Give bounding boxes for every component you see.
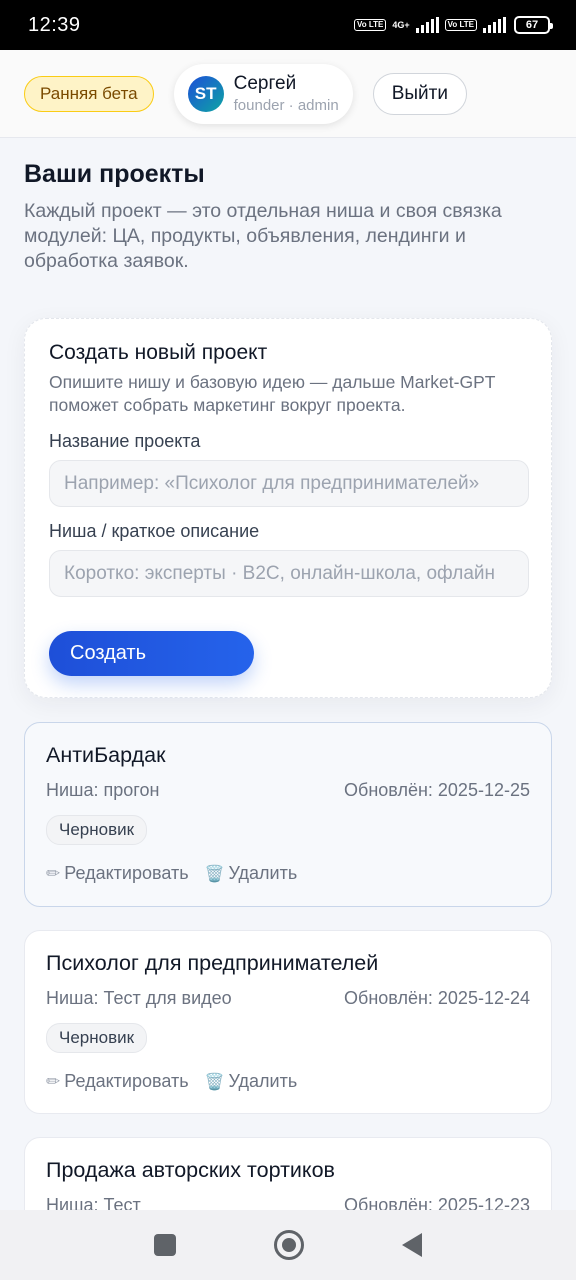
trash-icon: 🗑️ [204,1073,225,1091]
project-title: Психолог для предпринимателей [46,951,379,975]
project-updated: Обновлён: 2025-12-25 [344,780,530,800]
niche-label: Ниша / краткое описание [49,521,260,541]
project-meta: Ниша: прогон Обновлён: 2025-12-25 [46,780,530,801]
project-actions: ✏ Редактировать 🗑️ Удалить [46,1071,530,1092]
app-header: Ранняя бета ST Сергей founder · admin Вы… [0,50,576,138]
delete-button[interactable]: 🗑️ Удалить [205,863,298,884]
page-title: Ваши проекты [24,160,205,188]
project-niche: Ниша: Тест для видео [46,988,232,1008]
status-badge: Черновик [46,815,148,845]
status-icons: Vo LTE 4G+ Vo LTE 67 [353,16,553,34]
battery-level: 67 [525,19,539,31]
project-name-input[interactable] [49,460,529,507]
project-title: АнтиБардак [46,743,166,767]
triangle-back-icon[interactable] [402,1233,422,1257]
navigation-bar [0,1210,576,1280]
beta-badge: Ранняя бета [24,75,154,112]
signal-icon-2 [483,17,506,33]
create-button[interactable]: Создать [49,631,254,676]
page-description: Каждый проект — это отдельная ниша и сво… [24,200,502,272]
intro-section: Ваши проекты Каждый проект — это отдельн… [24,160,552,274]
volte-icon: Vo LTE [353,19,387,31]
edit-button[interactable]: ✏ Редактировать [46,863,189,884]
project-title: Продажа авторских тортиков [46,1158,335,1182]
project-card[interactable]: АнтиБардак Ниша: прогон Обновлён: 2025-1… [24,722,552,907]
delete-label: Удалить [228,863,298,883]
network-type: 4G+ [392,19,410,30]
delete-label: Удалить [228,1071,298,1091]
status-badge: Черновик [46,1023,148,1053]
project-updated: Обновлён: 2025-12-24 [344,988,530,1008]
project-card[interactable]: Психолог для предпринимателей Ниша: Тест… [24,930,552,1114]
user-meta: Сергей founder · admin [234,73,339,114]
user-chip[interactable]: ST Сергей founder · admin [173,63,353,124]
project-niche: Ниша: прогон [46,780,160,800]
edit-label: Редактировать [64,1071,189,1091]
volte-icon-2: Vo LTE [444,19,477,31]
create-project-card: Создать новый проект Опишите нишу и базо… [24,318,552,698]
create-project-title: Создать новый проект [49,341,268,364]
pencil-icon: ✏ [46,1071,61,1091]
project-meta: Ниша: Тест для видео Обновлён: 2025-12-2… [46,988,530,1009]
edit-button[interactable]: ✏ Редактировать [46,1071,189,1092]
status-time: 12:39 [28,13,81,36]
square-icon[interactable] [154,1234,176,1256]
user-name: Сергей [233,73,297,94]
project-actions: ✏ Редактировать 🗑️ Удалить [46,863,530,884]
pencil-icon: ✏ [46,863,61,883]
niche-input[interactable] [49,550,529,597]
signal-icon [415,17,439,33]
logout-button[interactable]: Выйти [372,72,467,115]
edit-label: Редактировать [64,863,189,883]
status-bar: 12:39 Vo LTE 4G+ Vo LTE 67 [0,0,576,50]
delete-button[interactable]: 🗑️ Удалить [205,1071,298,1092]
trash-icon: 🗑️ [204,865,225,883]
avatar: ST [187,75,224,112]
project-name-label: Название проекта [49,431,201,451]
battery-icon: 67 [514,16,553,34]
create-project-description: Опишите нишу и базовую идею — дальше Mar… [49,372,496,415]
user-role: founder · admin [233,97,339,114]
circle-icon[interactable] [274,1230,304,1260]
